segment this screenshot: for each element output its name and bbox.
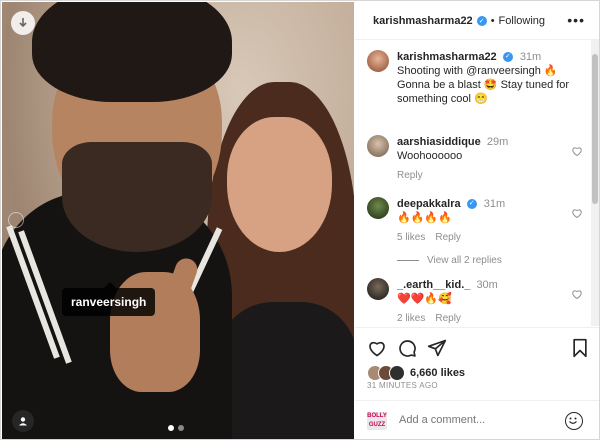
- comment-time: 30m: [476, 279, 498, 291]
- heart-icon[interactable]: [571, 145, 583, 157]
- view-replies-label: View all 2 replies: [427, 255, 502, 266]
- bookmark-icon[interactable]: [571, 338, 589, 358]
- heart-icon[interactable]: [571, 288, 583, 300]
- avatar[interactable]: [367, 197, 389, 219]
- likes-row[interactable]: 6,660 likes: [367, 365, 465, 381]
- reply-button[interactable]: Reply: [435, 313, 461, 324]
- replies-line: [397, 259, 419, 261]
- post-panel: karishmasharma22 ✓ • Following ••• karis…: [355, 2, 599, 439]
- comment-likes[interactable]: 5 likes: [397, 232, 425, 243]
- comment-text: 🔥🔥🔥🔥: [397, 212, 452, 224]
- caption-time: 31m: [519, 51, 542, 63]
- photo-user-tag[interactable]: ranveersingh: [62, 282, 156, 316]
- comment-username[interactable]: deepakkalra: [397, 198, 461, 210]
- reply-button[interactable]: Reply: [435, 232, 461, 243]
- avatar[interactable]: [367, 278, 389, 300]
- verified-icon: ✓: [476, 15, 487, 26]
- comment-text: ❤️❤️🔥🥰: [397, 293, 452, 305]
- view-replies-button[interactable]: View all 2 replies: [397, 255, 502, 266]
- carousel-dot-active: [168, 425, 174, 431]
- author-username[interactable]: karishmasharma22: [373, 15, 473, 27]
- comment: aarshiasiddique 29m Woohoooooo Reply: [367, 135, 587, 183]
- caption: karishmasharma22 ✓ 31m Shooting with @ra…: [367, 50, 587, 106]
- reply-button[interactable]: Reply: [397, 170, 423, 181]
- comments-list[interactable]: karishmasharma22 ✓ 31m Shooting with @ra…: [355, 40, 591, 326]
- action-icons: [367, 338, 589, 362]
- following-button[interactable]: Following: [499, 15, 545, 27]
- avatar[interactable]: [367, 135, 389, 157]
- post-header: karishmasharma22 ✓ • Following •••: [355, 2, 599, 40]
- likes-count[interactable]: 6,660 likes: [410, 367, 465, 379]
- carousel-dots: [168, 425, 184, 431]
- emoji-icon[interactable]: [565, 412, 583, 430]
- comment-icon[interactable]: [397, 338, 417, 358]
- comment-username[interactable]: aarshiasiddique: [397, 136, 481, 148]
- download-icon[interactable]: [11, 11, 35, 35]
- bollyguzz-logo: BOLLY GUZZ: [367, 412, 387, 430]
- post-actions: 6,660 likes 31 MINUTES AGO BOLLY GUZZ: [355, 327, 599, 440]
- add-comment-row: BOLLY GUZZ: [355, 400, 599, 441]
- liker-avatar: [389, 365, 405, 381]
- carousel-dot: [178, 425, 184, 431]
- photo-figure: [62, 142, 212, 252]
- post-photo[interactable]: ranveersingh: [2, 2, 354, 439]
- comments-scrollbar[interactable]: [591, 40, 599, 326]
- comment: deepakkalra ✓ 31m 🔥🔥🔥🔥 5 likes Reply: [367, 197, 587, 245]
- photo-figure: [32, 2, 232, 102]
- user-tag-icon[interactable]: [12, 410, 34, 432]
- more-icon[interactable]: •••: [567, 12, 585, 28]
- avatar[interactable]: [367, 50, 389, 72]
- caption-text: Shooting with @ranveersingh 🔥 Gonna be a…: [397, 65, 570, 105]
- caption-username[interactable]: karishmasharma22: [397, 51, 497, 63]
- share-icon[interactable]: [427, 338, 447, 358]
- comment-likes[interactable]: 2 likes: [397, 313, 425, 324]
- header-separator: •: [490, 14, 495, 27]
- comment: _.earth__kid._ 30m ❤️❤️🔥🥰 2 likes Reply: [367, 278, 587, 326]
- comment-text: Woohoooooo: [397, 150, 463, 162]
- photo-figure: [227, 117, 332, 252]
- comment-username[interactable]: _.earth__kid._: [397, 279, 470, 291]
- instagram-post-modal: ranveersingh karishmasharma22 ✓ • Follow…: [0, 0, 600, 440]
- comment-time: 29m: [486, 136, 509, 148]
- comment-time: 31m: [483, 198, 506, 210]
- post-time-ago: 31 MINUTES AGO: [367, 381, 438, 390]
- heart-icon[interactable]: [571, 207, 583, 219]
- verified-icon: ✓: [466, 199, 477, 210]
- heart-icon[interactable]: [367, 338, 387, 358]
- add-comment-input[interactable]: [399, 414, 549, 426]
- carousel-prev-icon[interactable]: [8, 212, 24, 228]
- photo-figure: [217, 302, 354, 439]
- scrollbar-thumb[interactable]: [592, 54, 598, 204]
- verified-icon: ✓: [502, 52, 513, 63]
